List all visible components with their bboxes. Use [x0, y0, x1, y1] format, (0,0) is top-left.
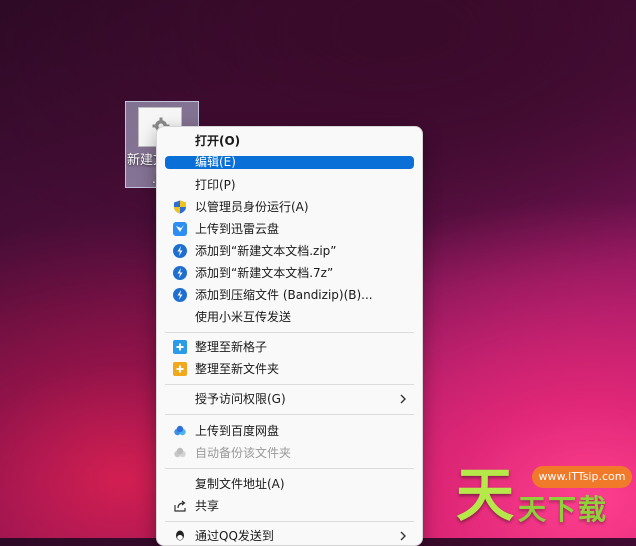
menu-item-add-zip[interactable]: 添加到“新建文本文档.zip” [165, 241, 414, 261]
site-watermark: 天 www.ITTsip.com 天下载 [456, 460, 636, 538]
menu-separator [165, 521, 414, 522]
menu-item-fences-folder[interactable]: 整理至新文件夹 [165, 359, 414, 379]
shield-icon [174, 200, 186, 214]
menu-item-open[interactable]: 打开(O) [165, 131, 414, 151]
context-menu: 打开(O) 编辑(E) 打印(P) 以管理员身份运行(A) 上传到迅雷云盘 添加… [156, 126, 423, 546]
menu-item-add-7z[interactable]: 添加到“新建文本文档.7z” [165, 263, 414, 283]
menu-item-xiaomi-share[interactable]: 使用小米互传发送 [165, 307, 414, 327]
menu-separator [165, 384, 414, 385]
menu-item-label: 以管理员身份运行(A) [195, 200, 309, 214]
menu-item-label: 添加到“新建文本文档.7z” [195, 266, 334, 280]
menu-item-label: 整理至新文件夹 [195, 362, 280, 376]
menu-item-share[interactable]: 共享 [165, 496, 414, 516]
menu-separator [165, 468, 414, 469]
xunlei-icon [173, 222, 187, 236]
chevron-right-icon [400, 394, 406, 404]
watermark-url-badge: www.ITTsip.com [532, 466, 632, 488]
fences-yellow-icon [173, 362, 187, 376]
baidu-netdisk-gray-icon [174, 447, 186, 458]
bandizip-icon [173, 266, 187, 280]
menu-item-fences-new[interactable]: 整理至新格子 [165, 337, 414, 357]
chevron-right-icon [400, 531, 406, 541]
menu-item-grant-access[interactable]: 授予访问权限(G) [165, 389, 414, 409]
menu-item-send-qq[interactable]: 通过QQ发送到 [165, 526, 414, 546]
bandizip-icon [173, 244, 187, 258]
menu-item-label: 通过QQ发送到 [195, 529, 274, 543]
menu-item-copy-path[interactable]: 复制文件地址(A) [165, 474, 414, 494]
menu-item-label: 共享 [195, 499, 220, 513]
menu-item-baidu-upload[interactable]: 上传到百度网盘 [165, 421, 414, 441]
menu-item-edit[interactable]: 编辑(E) [165, 156, 414, 169]
menu-separator [165, 332, 414, 333]
baidu-netdisk-icon [174, 425, 186, 436]
menu-item-label: 编辑(E) [195, 155, 236, 169]
watermark-text: 天下载 [518, 493, 609, 526]
menu-item-add-bandizip[interactable]: 添加到压缩文件 (Bandizip)(B)... [165, 285, 414, 305]
menu-separator [165, 414, 414, 415]
bandizip-icon [173, 288, 187, 302]
share-icon [174, 500, 186, 512]
menu-item-label: 复制文件地址(A) [195, 477, 285, 491]
qq-icon [176, 530, 184, 541]
menu-item-label: 上传到迅雷云盘 [195, 222, 280, 236]
menu-item-run-as-admin[interactable]: 以管理员身份运行(A) [165, 197, 414, 217]
menu-item-label: 打印(P) [195, 178, 236, 192]
menu-item-label: 授予访问权限(G) [195, 392, 286, 406]
menu-item-label: 整理至新格子 [195, 340, 268, 354]
menu-item-print[interactable]: 打印(P) [165, 175, 414, 195]
menu-item-label: 自动备份该文件夹 [195, 446, 292, 460]
menu-item-label: 使用小米互传发送 [195, 310, 292, 324]
watermark-big-char: 天 [456, 461, 515, 529]
menu-item-label: 添加到压缩文件 (Bandizip)(B)... [195, 288, 373, 302]
menu-item-upload-xunlei[interactable]: 上传到迅雷云盘 [165, 219, 414, 239]
menu-item-label: 添加到“新建文本文档.zip” [195, 244, 337, 258]
fences-blue-icon [173, 340, 187, 354]
menu-item-baidu-backup[interactable]: 自动备份该文件夹 [165, 443, 414, 463]
menu-item-label: 打开(O) [195, 134, 241, 148]
menu-item-label: 上传到百度网盘 [195, 424, 280, 438]
